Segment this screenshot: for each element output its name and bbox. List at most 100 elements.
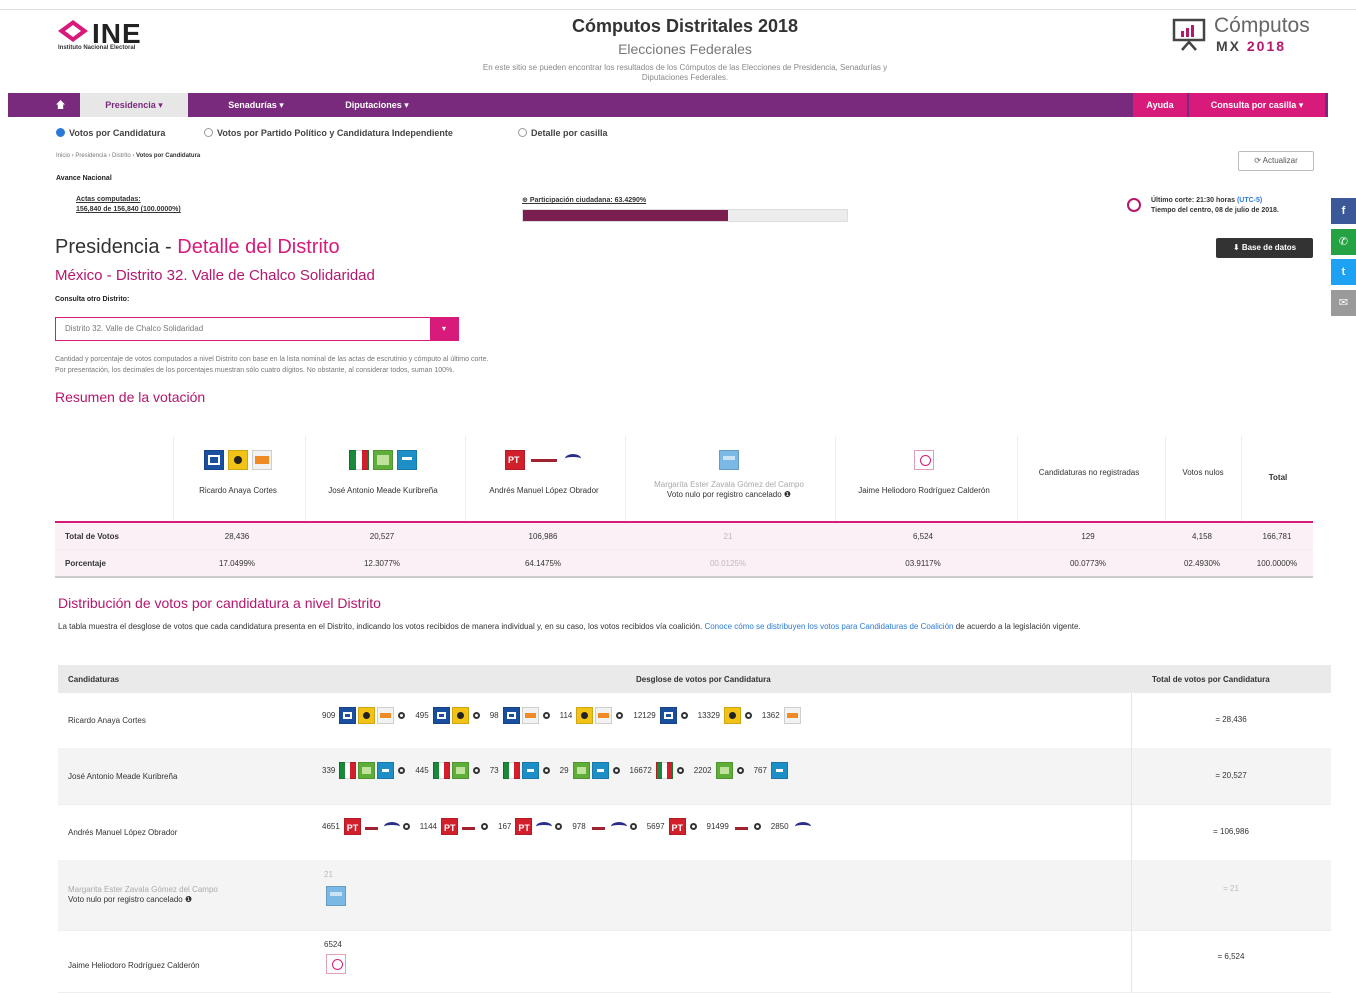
- prd-logo-icon: [228, 450, 248, 470]
- pan-logo-icon: [204, 450, 224, 470]
- coalition-vote-group: 114: [560, 707, 624, 724]
- votes-note: Cantidad y porcentaje de votos computado…: [55, 354, 488, 376]
- pes-logo-icon: [608, 818, 627, 835]
- computos-mx-logo[interactable]: Cómputos MX 2018: [1170, 14, 1320, 58]
- pri-logo-icon: [339, 762, 357, 779]
- info-circle-icon[interactable]: [612, 767, 620, 774]
- summary-row-total-votos: Total de Votos 28,436 20,527 106,986 21 …: [55, 523, 1313, 550]
- info-circle-icon[interactable]: [481, 823, 488, 830]
- vote-count: 445: [415, 766, 429, 775]
- radio-detalle-casilla[interactable]: Detalle por casilla: [518, 128, 608, 138]
- nav-senadurias[interactable]: Senadurías ▾: [200, 93, 312, 117]
- coalition-vote-group: 2202: [694, 762, 744, 779]
- participacion-link[interactable]: ⊕ Participación ciudadana: 63.4290%: [522, 196, 646, 204]
- total-cell-divider: [1131, 930, 1132, 992]
- distribucion-desc-end: de acuerdo a la legislación vigente.: [953, 622, 1081, 631]
- nav-consulta-casilla[interactable]: Consulta por casilla ▾: [1189, 93, 1325, 117]
- info-circle-icon[interactable]: [689, 823, 697, 830]
- home-icon: [55, 100, 65, 109]
- vote-count: 4651: [322, 822, 340, 831]
- nav-presidencia[interactable]: Presidencia ▾: [80, 93, 188, 117]
- candidate-name: Jaime Heliodoro Rodríguez Calderón: [858, 486, 990, 495]
- info-circle-icon[interactable]: [542, 712, 550, 719]
- pvem-logo-icon: [373, 450, 393, 470]
- independent-logo-icon: [326, 954, 346, 974]
- ultimo-corte-line-2: Tiempo del centro, 08 de julio de 2018.: [1151, 207, 1279, 214]
- nav-diputaciones[interactable]: Diputaciones ▾: [322, 93, 432, 117]
- info-circle-icon[interactable]: [753, 823, 761, 830]
- distribucion-title: Distribución de votos por candidatura a …: [58, 595, 381, 611]
- summary-col-no-registradas: Candidaturas no registradas: [1017, 436, 1160, 521]
- ine-logo[interactable]: INE Instituto Nacional Electoral: [56, 18, 176, 58]
- candidate-name: Margarita Ester Zavala Gómez del Campo Vo…: [68, 885, 218, 905]
- nueva-alianza-logo-icon: [377, 762, 395, 779]
- prd-logo-icon: [723, 707, 741, 724]
- actas-label: Actas computadas:: [76, 196, 141, 203]
- computos-brand-year: 2018: [1246, 38, 1287, 54]
- breadcrumb[interactable]: Inicio › Presidencia › Distrito › Votos …: [56, 153, 200, 159]
- morena-logo-icon: [460, 818, 477, 835]
- base-datos-button[interactable]: ⬇ Base de datos: [1216, 238, 1313, 258]
- actas-computadas-link[interactable]: Actas computadas: 156,840 de 156,840 (10…: [76, 195, 181, 215]
- vote-count: 767: [753, 766, 767, 775]
- info-circle-icon[interactable]: [555, 823, 563, 830]
- summary-col-ricardo-anaya: Ricardo Anaya Cortes: [173, 436, 302, 521]
- info-circle-icon[interactable]: [680, 712, 688, 719]
- twitter-icon: t: [1341, 266, 1346, 278]
- coalition-vote-group: 12129: [633, 707, 688, 724]
- radio-votos-candidatura[interactable]: Votos por Candidatura: [56, 128, 165, 138]
- pes-logo-icon: [381, 818, 400, 835]
- distrito-select-value: Distrito 32. Valle de Chalco Solidaridad: [65, 324, 204, 333]
- pri-logo-icon: [655, 762, 673, 779]
- info-circle-icon[interactable]: [472, 712, 480, 719]
- candidate-name: José Antonio Meade Kuribreña: [328, 486, 438, 495]
- email-share-button[interactable]: ✉: [1331, 290, 1356, 316]
- voto-nulo-notice[interactable]: Voto nulo por registro cancelado ❶: [68, 895, 218, 905]
- breadcrumb-path[interactable]: Inicio › Presidencia › Distrito ›: [56, 153, 136, 159]
- candidate-name: Jaime Heliodoro Rodríguez Calderón: [68, 961, 200, 970]
- vote-count: 12129: [633, 711, 656, 720]
- actas-value: 156,840 de 156,840 (100.0000%): [76, 206, 181, 213]
- vote-count: 339: [322, 766, 336, 775]
- info-circle-icon[interactable]: [398, 767, 406, 774]
- info-circle-icon[interactable]: [402, 823, 410, 830]
- independent-logo-icon: [914, 450, 934, 470]
- distrito-select[interactable]: Distrito 32. Valle de Chalco Solidaridad…: [55, 317, 459, 341]
- candidate-name: Ricardo Anaya Cortes: [199, 486, 277, 495]
- prd-logo-icon: [576, 707, 594, 724]
- vote-count: 978: [572, 822, 586, 831]
- coalition-vote-group: 16672: [630, 762, 684, 779]
- table-row: Andrés Manuel López Obrador 4651 1144 167 9…: [58, 804, 1331, 861]
- utc-link[interactable]: (UTC-5): [1237, 197, 1262, 204]
- header-total: Total de votos por Candidatura: [1152, 675, 1270, 684]
- radio-votos-partido[interactable]: Votos por Partido Político y Candidatura…: [204, 128, 453, 138]
- whatsapp-share-button[interactable]: ✆: [1331, 229, 1356, 255]
- twitter-share-button[interactable]: t: [1331, 259, 1356, 285]
- summary-table: Ricardo Anaya Cortes José Antonio Meade …: [55, 436, 1313, 579]
- info-circle-icon[interactable]: [472, 767, 480, 774]
- nueva-alianza-logo-icon: [591, 762, 609, 779]
- info-circle-icon[interactable]: [542, 767, 550, 774]
- email-icon: ✉: [1338, 297, 1349, 309]
- actualizar-button[interactable]: ⟳ Actualizar: [1238, 151, 1314, 171]
- nav-home-button[interactable]: [48, 93, 72, 117]
- pt-logo-icon: [515, 818, 533, 835]
- main-nav: Presidencia ▾ Senadurías ▾ Diputaciones …: [8, 93, 1328, 117]
- voto-nulo-notice[interactable]: Voto nulo por registro cancelado ❶: [632, 490, 826, 500]
- info-circle-icon[interactable]: [616, 712, 624, 719]
- coalicion-info-link[interactable]: Conoce cómo se distribuyen los votos par…: [704, 622, 953, 631]
- info-circle-icon[interactable]: [398, 712, 406, 719]
- coalition-vote-group: 167: [498, 818, 563, 835]
- info-circle-icon[interactable]: [676, 767, 684, 774]
- facebook-share-button[interactable]: f: [1331, 198, 1356, 224]
- participacion-progress-fill: [523, 210, 729, 221]
- info-circle-icon[interactable]: [736, 767, 744, 774]
- info-circle-icon[interactable]: [629, 823, 637, 830]
- coalition-vote-group: 978: [572, 818, 637, 835]
- radio-unselected-icon: [518, 128, 527, 137]
- pri-logo-icon: [432, 762, 450, 779]
- nav-ayuda[interactable]: Ayuda: [1133, 93, 1187, 117]
- coalition-vote-group: 909: [322, 707, 406, 724]
- avance-nacional-label: Avance Nacional: [56, 175, 112, 182]
- info-circle-icon[interactable]: [744, 712, 752, 719]
